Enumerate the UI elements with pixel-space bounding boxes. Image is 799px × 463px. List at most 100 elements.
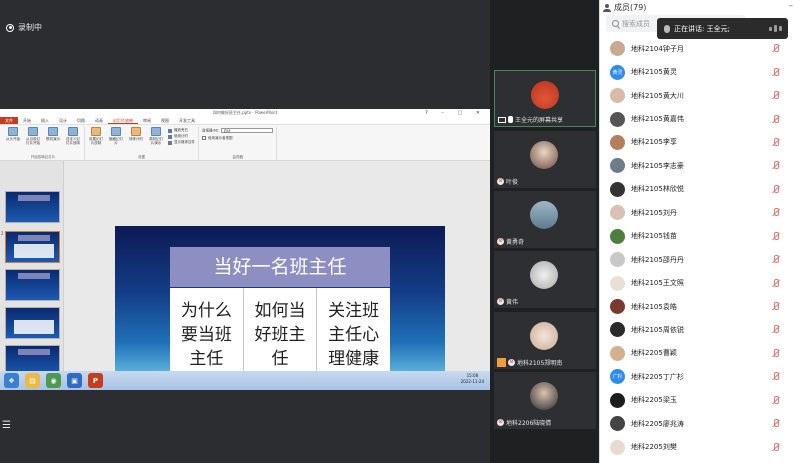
member-row[interactable]: 地科2105李志豪 <box>600 154 799 177</box>
mic-icon <box>508 116 513 123</box>
app-icon[interactable]: ▣ <box>67 373 82 388</box>
mic-muted-icon[interactable] <box>772 208 780 217</box>
mic-muted-icon[interactable] <box>772 278 780 288</box>
slide-thumbnail[interactable] <box>5 307 60 339</box>
thumb-number: 2 <box>1 231 4 236</box>
hide-slide-button[interactable]: 隐藏幻灯片 <box>108 127 124 155</box>
member-row[interactable]: 地科2105邵丹丹 <box>600 248 799 271</box>
tab-transitions[interactable]: 切换 <box>72 117 90 124</box>
recording-indicator[interactable]: 录制中 <box>6 22 42 33</box>
member-row[interactable]: 地科2105林欣悦 <box>600 178 799 201</box>
present-online-button[interactable]: 联机演示 <box>45 127 61 155</box>
record-icon <box>6 23 14 32</box>
mic-muted-icon[interactable] <box>772 442 780 452</box>
tab-home[interactable]: 开始 <box>18 117 36 124</box>
member-row[interactable]: 地科2205梁玉 <box>600 389 799 412</box>
setup-checkboxes: 播放旁白 使用计时 显示媒体控件 <box>168 127 195 155</box>
ribbon-group-monitor: 监视器(M): 自动 使用演示者视图 监视器 <box>199 127 278 160</box>
member-name: 地科2105李享 <box>631 138 677 147</box>
use-timings-checkbox[interactable]: 使用计时 <box>168 134 195 139</box>
member-row[interactable]: 地科2104钟子月 <box>600 37 799 60</box>
member-row[interactable]: 黄灵 地科2105黄灵 <box>600 60 799 83</box>
menu-icon[interactable]: ☰ <box>2 420 11 431</box>
from-current-button[interactable]: 从当前幻灯片开始 <box>25 127 41 155</box>
mic-muted-icon[interactable] <box>772 372 780 381</box>
tab-animations[interactable]: 动画 <box>90 117 108 124</box>
minimize-icon[interactable]: – <box>789 1 794 11</box>
tab-design[interactable]: 设计 <box>54 117 72 124</box>
folder-icon[interactable]: ▤ <box>25 373 40 388</box>
mic-muted-icon[interactable] <box>772 348 780 358</box>
mic-muted-icon[interactable] <box>772 255 780 264</box>
video-tile[interactable]: ⊘ 黄伟 <box>494 251 596 308</box>
member-row[interactable]: 地科2105王文照 <box>600 271 799 294</box>
mic-muted-icon[interactable] <box>772 67 780 77</box>
presenter-view-checkbox[interactable]: 使用演示者视图 <box>202 136 273 141</box>
video-tile-name: 地科2105郑明南 <box>517 360 563 367</box>
powerpoint-icon[interactable]: P <box>88 373 103 388</box>
member-row[interactable]: 广杉 地科2205丁广杉 <box>600 365 799 388</box>
member-name: 地科2105林欣悦 <box>631 185 684 194</box>
slide-thumbnail[interactable] <box>5 269 60 301</box>
member-name: 地科2105李志豪 <box>631 161 684 170</box>
tab-review[interactable]: 审阅 <box>138 117 156 124</box>
media-controls-checkbox[interactable]: 显示媒体控件 <box>168 140 195 145</box>
member-row[interactable]: 地科2205刘樊 <box>600 435 799 458</box>
window-controls-icon[interactable]: ? – ▢ ✕ <box>425 109 486 117</box>
record-show-button[interactable]: 录制幻灯片演示 <box>148 127 164 155</box>
start-icon[interactable]: ❖ <box>4 373 19 388</box>
mic-off-icon: ⊘ <box>497 419 504 426</box>
mic-muted-icon[interactable] <box>772 302 780 311</box>
video-tile[interactable]: 王全元的屏幕共享 <box>494 70 596 127</box>
tab-file[interactable]: 文件 <box>0 117 18 124</box>
mic-muted-icon[interactable] <box>772 91 780 100</box>
rehearse-timings-button[interactable]: 排练计时 <box>128 127 144 155</box>
member-name: 地科2105钱苗 <box>631 232 677 241</box>
member-row[interactable]: 地科2105刘丹 <box>600 201 799 224</box>
monitor-dropdown[interactable]: 自动 <box>221 128 274 133</box>
mic-muted-icon[interactable] <box>772 114 780 124</box>
slide-cell: 为什么要当班主任 <box>170 288 244 382</box>
setup-icon <box>91 127 101 136</box>
tab-insert[interactable]: 插入 <box>36 117 54 124</box>
member-row[interactable]: 地科2105钱苗 <box>600 225 799 248</box>
mic-muted-icon[interactable] <box>772 137 780 147</box>
member-row[interactable]: 地科2205曹颖 <box>600 342 799 365</box>
tab-view[interactable]: 视图 <box>156 117 174 124</box>
mic-muted-icon[interactable] <box>772 161 780 170</box>
mic-off-icon: ⊘ <box>497 298 504 305</box>
play-narration-checkbox[interactable]: 播放旁白 <box>168 128 195 133</box>
mic-muted-icon[interactable] <box>772 325 780 334</box>
setup-show-button[interactable]: 设置幻灯片放映 <box>88 127 104 155</box>
member-row[interactable]: 地科2105黄大川 <box>600 84 799 107</box>
from-beginning-button[interactable]: 从头开始 <box>5 127 21 155</box>
browser-icon[interactable]: ◉ <box>46 373 61 388</box>
tab-slideshow[interactable]: 幻灯片放映 <box>108 117 138 124</box>
video-tile[interactable]: ⊘ 地科2206陆晓倩 <box>494 372 596 429</box>
video-tile[interactable]: ⊘ 叶俊 <box>494 131 596 188</box>
slide-thumbnail[interactable] <box>5 191 60 223</box>
ribbon-group-setup: 设置幻灯片放映 隐藏幻灯片 排练计时 录制幻灯片演示 播放旁白 使用计时 显示媒… <box>85 127 199 160</box>
mic-muted-icon[interactable] <box>772 231 780 241</box>
video-tile[interactable]: ⊘ 地科2105郑明南 <box>494 312 596 369</box>
video-tile[interactable]: ⊘ 黄勇奇 <box>494 191 596 248</box>
member-row[interactable]: 地科2105袁皓 <box>600 295 799 318</box>
mic-off-icon: ⊘ <box>508 359 515 366</box>
member-row[interactable]: 地科2205廖兆涛 <box>600 412 799 435</box>
ppt-editor: 2 当好一名班主任 为什么要当班主任 如何当好班主任 关注班主任心理健康 <box>0 161 490 390</box>
custom-show-button[interactable]: 自定义幻灯片放映 <box>65 127 81 155</box>
member-avatar <box>610 111 625 127</box>
slide-thumbnail-selected[interactable] <box>5 231 60 263</box>
members-header: 成员(79) <box>603 2 646 13</box>
member-avatar <box>610 181 625 197</box>
mic-muted-icon[interactable] <box>772 395 780 405</box>
member-row[interactable]: 地科2105周依锐 <box>600 318 799 341</box>
member-row[interactable]: 地科2105黄嘉伟 <box>600 107 799 130</box>
mic-muted-icon[interactable] <box>772 44 780 53</box>
mic-muted-icon[interactable] <box>772 184 780 194</box>
monitor-select[interactable]: 监视器(M): 自动 <box>202 128 274 134</box>
tab-developer[interactable]: 开发工具 <box>174 117 200 124</box>
member-row[interactable]: 地科2105李享 <box>600 131 799 154</box>
mic-muted-icon[interactable] <box>772 419 780 428</box>
current-slide[interactable]: 当好一名班主任 为什么要当班主任 如何当好班主任 关注班主任心理健康 <box>115 226 445 390</box>
